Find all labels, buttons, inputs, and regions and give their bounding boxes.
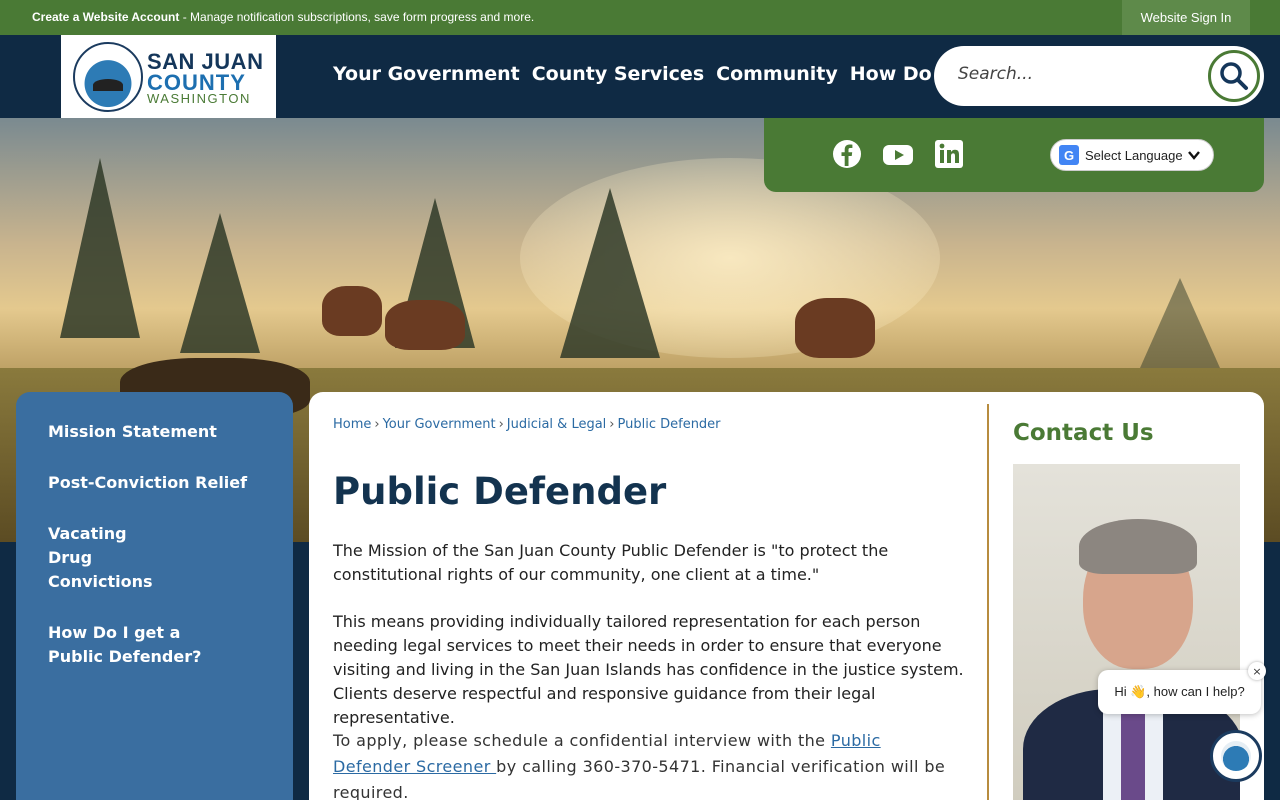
logo-line-3: WASHINGTON xyxy=(147,91,251,106)
site-header: SAN JUAN COUNTY WASHINGTON Your Governme… xyxy=(0,35,1280,118)
main-content: Home › Your Government › Judicial & Legal › Pu… xyxy=(309,392,1264,800)
photo-tie xyxy=(1121,699,1145,800)
tree-shape xyxy=(180,213,260,353)
nav-item-your-government[interactable]: Your Government xyxy=(333,63,520,85)
search-button[interactable] xyxy=(1208,50,1260,102)
chat-launcher-button[interactable] xyxy=(1210,730,1262,782)
language-select[interactable]: G Select Language xyxy=(1050,139,1214,171)
page-title: Public Defender xyxy=(333,470,667,513)
chevron-down-icon xyxy=(1187,151,1200,160)
account-message: Create a Website Account - Manage notifi… xyxy=(32,10,534,24)
breadcrumb-your-government[interactable]: Your Government xyxy=(383,417,496,432)
social-bar: G Select Language xyxy=(764,118,1264,192)
youtube-icon[interactable] xyxy=(882,139,914,169)
sidebar-nav: Mission Statement Post-Conviction Relief… xyxy=(16,392,293,800)
description-paragraph: This means providing individually tailor… xyxy=(333,612,964,727)
apply-paragraph: To apply, please schedule a confidential… xyxy=(333,728,953,800)
sidebar-item-mission-statement[interactable]: Mission Statement xyxy=(16,420,293,444)
photo-hair xyxy=(1079,519,1197,574)
tree-shape xyxy=(60,158,140,338)
cow-shape xyxy=(385,300,465,350)
sidebar-item-post-conviction-relief[interactable]: Post-Conviction Relief xyxy=(16,471,293,495)
nav-item-community[interactable]: Community xyxy=(716,63,838,85)
breadcrumb-separator: › xyxy=(609,417,615,432)
cow-shape xyxy=(322,286,382,336)
breadcrumb-public-defender[interactable]: Public Defender xyxy=(618,417,721,432)
breadcrumb-separator: › xyxy=(498,417,504,432)
google-translate-icon: G xyxy=(1059,145,1079,165)
cow-shape xyxy=(795,298,875,358)
chat-greeting-bubble[interactable]: Hi 👋, how can I help? xyxy=(1098,670,1261,714)
breadcrumb: Home › Your Government › Judicial & Legal › Pu… xyxy=(333,417,721,432)
nav-item-county-services[interactable]: County Services xyxy=(532,63,704,85)
sign-in-button[interactable]: Website Sign In xyxy=(1122,0,1250,35)
chat-close-button[interactable]: × xyxy=(1248,662,1266,680)
apply-text-before: To apply, please schedule a confidential… xyxy=(333,731,831,750)
county-seal-icon xyxy=(73,42,143,112)
column-divider xyxy=(987,404,989,800)
search-box xyxy=(934,46,1264,106)
facebook-icon[interactable] xyxy=(832,139,862,169)
search-icon xyxy=(1220,62,1248,90)
breadcrumb-home[interactable]: Home xyxy=(333,417,371,432)
linkedin-icon[interactable] xyxy=(934,139,964,169)
tree-shape xyxy=(1140,278,1220,368)
search-input[interactable] xyxy=(958,64,1188,84)
create-account-link[interactable]: Create a Website Account xyxy=(32,10,179,24)
sidebar-item-vacating-drug-convictions[interactable]: Vacating Drug Convictions xyxy=(16,522,206,594)
main-nav: Your Government County Services Communit… xyxy=(333,63,967,85)
public-defender-photo xyxy=(1013,464,1240,800)
breadcrumb-separator: › xyxy=(374,417,380,432)
sidebar-item-get-public-defender[interactable]: How Do I get a Public Defender? xyxy=(16,621,246,669)
account-message-text: - Manage notification subscriptions, sav… xyxy=(179,10,535,24)
tree-shape xyxy=(560,188,660,358)
top-bar: Create a Website Account - Manage notifi… xyxy=(0,0,1280,35)
language-select-label: Select Language xyxy=(1085,147,1183,163)
mission-paragraph: The Mission of the San Juan County Publi… xyxy=(333,541,889,584)
county-logo[interactable]: SAN JUAN COUNTY WASHINGTON xyxy=(61,35,276,118)
contact-us-heading: Contact Us xyxy=(1013,420,1154,446)
breadcrumb-judicial-legal[interactable]: Judicial & Legal xyxy=(507,417,607,432)
